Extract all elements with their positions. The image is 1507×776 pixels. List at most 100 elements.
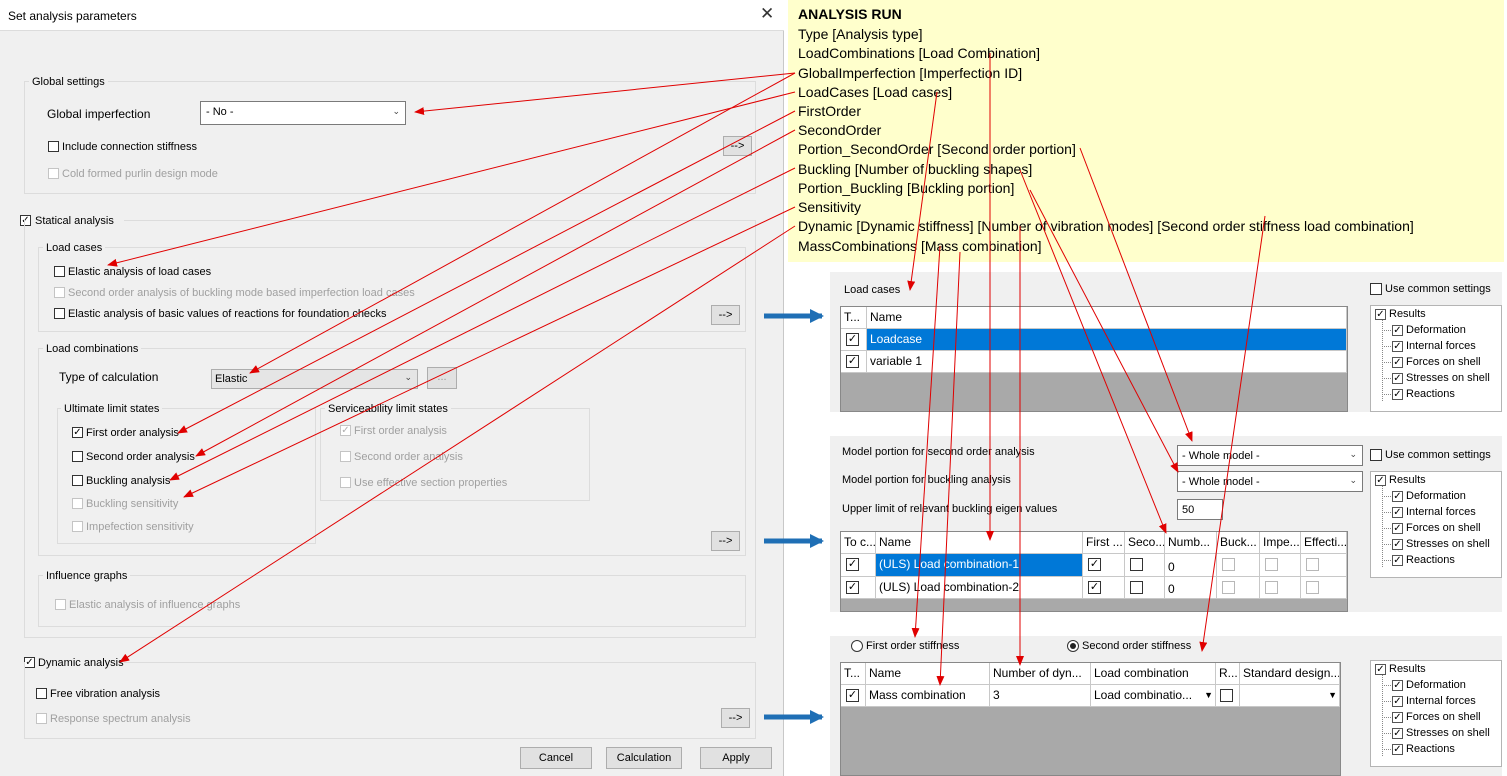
influence-graphs-checkbox[interactable] (55, 599, 66, 610)
second-order-stiffness-radio[interactable] (1067, 640, 1079, 652)
stresses-on-shell-checkbox[interactable]: ✓ (1392, 373, 1403, 384)
buckling-cell[interactable] (1217, 577, 1260, 599)
reactions-checkbox[interactable]: ✓ (1392, 555, 1403, 566)
stresses-on-shell-checkbox[interactable]: ✓ (1392, 539, 1403, 550)
mass-combination-name[interactable]: Mass combination (866, 685, 990, 707)
table-row-check-cell[interactable]: ✓ (841, 329, 867, 351)
deformation-checkbox[interactable]: ✓ (1392, 680, 1403, 691)
panel1-use-common-checkbox[interactable] (1370, 283, 1382, 295)
column-header[interactable]: T... (841, 307, 867, 329)
effective-cell[interactable] (1301, 577, 1347, 599)
table-row-check-cell[interactable]: ✓ (841, 577, 876, 599)
global-imperfection-select[interactable]: - No - ⌄ (200, 101, 406, 125)
buckling-portion-select[interactable]: - Whole model - ⌄ (1177, 471, 1363, 492)
dropdown-arrow-icon[interactable]: ▼ (1204, 685, 1213, 706)
reactions-checkbox[interactable]: ✓ (1392, 744, 1403, 755)
results-checkbox[interactable]: ✓ (1375, 664, 1386, 675)
table-row-name[interactable]: Loadcase (867, 329, 1347, 351)
deformation-checkbox[interactable]: ✓ (1392, 491, 1403, 502)
second-order-portion-select[interactable]: - Whole model - ⌄ (1177, 445, 1363, 466)
global-settings-arrow-button[interactable]: --> (723, 136, 752, 156)
buckling-cell[interactable] (1217, 554, 1260, 577)
load-combinations-arrow-button[interactable]: --> (711, 531, 740, 551)
number-cell[interactable]: 0 (1165, 577, 1217, 599)
column-header[interactable]: Name (866, 663, 990, 685)
second-order-cell[interactable] (1125, 577, 1165, 599)
response-spectrum-checkbox[interactable] (36, 713, 47, 724)
column-header[interactable]: T... (841, 663, 866, 685)
number-of-modes-cell[interactable]: 3 (990, 685, 1091, 707)
calculation-button[interactable]: Calculation (606, 747, 682, 769)
imperfection-cell[interactable] (1260, 577, 1301, 599)
column-header[interactable]: Impe... (1260, 532, 1301, 554)
stresses-on-shell-label: Stresses on shell (1406, 538, 1490, 550)
first-order-cell[interactable]: ✓ (1083, 577, 1125, 599)
first-order-stiffness-radio[interactable] (851, 640, 863, 652)
cold-formed-checkbox[interactable] (48, 168, 59, 179)
internal-forces-checkbox[interactable]: ✓ (1392, 696, 1403, 707)
sls-first-order-checkbox[interactable]: ✓ (340, 425, 351, 436)
internal-forces-checkbox[interactable]: ✓ (1392, 507, 1403, 518)
uls-imperfection-sensitivity-checkbox[interactable] (72, 521, 83, 532)
column-header[interactable]: Load combination (1091, 663, 1216, 685)
column-header[interactable]: Number of dyn... (990, 663, 1091, 685)
uls-buckling-sensitivity-checkbox[interactable] (72, 498, 83, 509)
stresses-on-shell-label: Stresses on shell (1406, 372, 1490, 384)
include-connection-stiffness-checkbox[interactable] (48, 141, 59, 152)
column-header[interactable]: Numb... (1165, 532, 1217, 554)
table-row-name[interactable]: (ULS) Load combination-1 (876, 554, 1083, 577)
column-header[interactable]: Buck... (1217, 532, 1260, 554)
dropdown-arrow-icon[interactable]: ▼ (1328, 685, 1337, 706)
r-cell[interactable] (1216, 685, 1240, 707)
stresses-on-shell-checkbox[interactable]: ✓ (1392, 728, 1403, 739)
load-cases-arrow-button[interactable]: --> (711, 305, 740, 325)
second-order-buckling-checkbox[interactable] (54, 287, 65, 298)
column-header[interactable]: Standard design... (1240, 663, 1340, 685)
apply-button[interactable]: Apply (700, 747, 772, 769)
uls-buckling-checkbox[interactable] (72, 475, 83, 486)
close-icon[interactable]: ✕ (760, 4, 774, 24)
column-header[interactable]: To c... (841, 532, 876, 554)
effective-cell[interactable] (1301, 554, 1347, 577)
sls-effective-section-checkbox[interactable] (340, 477, 351, 488)
panel2-use-common-checkbox[interactable] (1370, 449, 1382, 461)
column-header[interactable]: Name (867, 307, 1347, 329)
more-options-button[interactable]: ... (427, 367, 457, 389)
dynamic-arrow-button[interactable]: --> (721, 708, 750, 728)
imperfection-cell[interactable] (1260, 554, 1301, 577)
table-row-check-cell[interactable]: ✓ (841, 554, 876, 577)
table-row-check-cell[interactable]: ✓ (841, 685, 866, 707)
upper-limit-input[interactable]: 50 (1177, 499, 1223, 520)
table-row-name[interactable]: variable 1 (867, 351, 1347, 373)
free-vibration-checkbox[interactable] (36, 688, 47, 699)
elastic-basic-checkbox[interactable] (54, 308, 65, 319)
first-order-cell[interactable]: ✓ (1083, 554, 1125, 577)
internal-forces-checkbox[interactable]: ✓ (1392, 341, 1403, 352)
forces-on-shell-checkbox[interactable]: ✓ (1392, 712, 1403, 723)
sls-title: Serviceability limit states (325, 403, 451, 415)
column-header[interactable]: Seco... (1125, 532, 1165, 554)
deformation-checkbox[interactable]: ✓ (1392, 325, 1403, 336)
results-checkbox[interactable]: ✓ (1375, 309, 1386, 320)
sls-second-order-checkbox[interactable] (340, 451, 351, 462)
uls-second-order-checkbox[interactable] (72, 451, 83, 462)
column-header[interactable]: First ... (1083, 532, 1125, 554)
column-header[interactable]: R... (1216, 663, 1240, 685)
type-of-calculation-select[interactable]: Elastic ⌄ (211, 369, 418, 389)
results-checkbox[interactable]: ✓ (1375, 475, 1386, 486)
column-header[interactable]: Name (876, 532, 1083, 554)
table-row-name[interactable]: (ULS) Load combination-2 (876, 577, 1083, 599)
reactions-checkbox[interactable]: ✓ (1392, 389, 1403, 400)
dialog-title: Set analysis parameters (8, 9, 137, 23)
cancel-button[interactable]: Cancel (520, 747, 592, 769)
load-combination-cell[interactable]: Load combinatio... ▼ (1091, 685, 1216, 707)
elastic-load-cases-checkbox[interactable] (54, 266, 65, 277)
forces-on-shell-checkbox[interactable]: ✓ (1392, 357, 1403, 368)
number-cell[interactable]: 0 (1165, 554, 1217, 577)
second-order-cell[interactable] (1125, 554, 1165, 577)
standard-design-cell[interactable]: ▼ (1240, 685, 1340, 707)
column-header[interactable]: Effecti... (1301, 532, 1347, 554)
table-row-check-cell[interactable]: ✓ (841, 351, 867, 373)
forces-on-shell-checkbox[interactable]: ✓ (1392, 523, 1403, 534)
uls-first-order-checkbox[interactable]: ✓ (72, 427, 83, 438)
